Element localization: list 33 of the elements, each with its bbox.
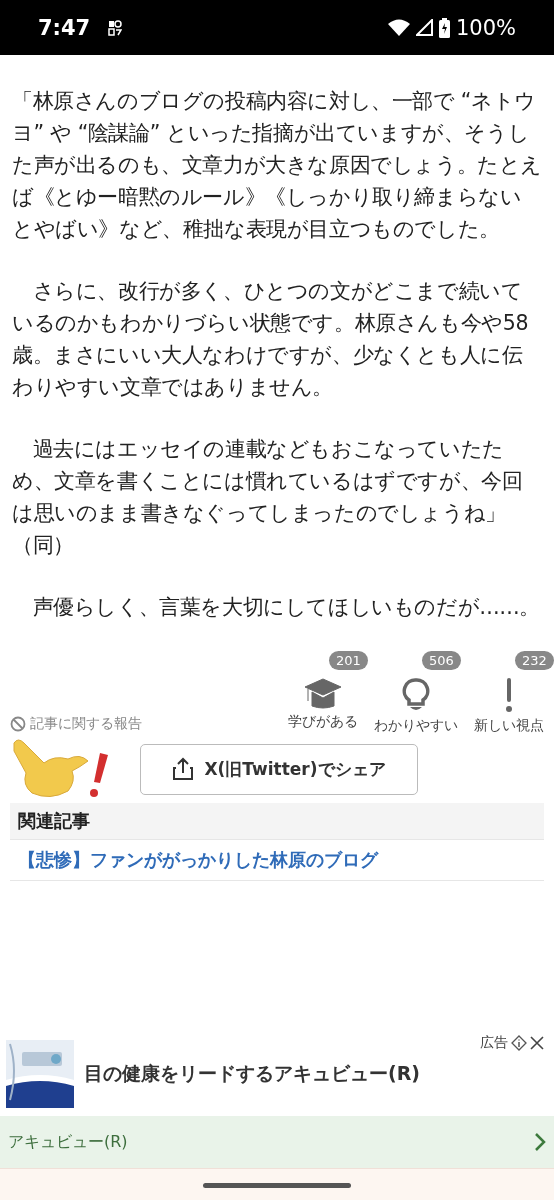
battery-level: 100%: [455, 15, 516, 40]
chevron-right-icon: [534, 1132, 546, 1152]
report-link[interactable]: 記事に関する報告: [30, 715, 142, 733]
article-link[interactable]: 【悲惨】ファンががっかりした林原のブログ: [10, 840, 544, 881]
info-icon[interactable]: [511, 1035, 527, 1051]
graduation-cap-icon: [304, 677, 342, 709]
ad-title[interactable]: 目の健康をリードするアキュビュー(R): [84, 1061, 420, 1087]
clock: 7:47: [38, 15, 91, 40]
reaction-label[interactable]: わかりやすい: [374, 717, 458, 735]
section-heading: 関連記事: [10, 803, 544, 840]
article-paragraph: 声優らしく、言葉を大切にしてほしいものだが……。: [31, 594, 541, 621]
home-handle[interactable]: [203, 1182, 351, 1188]
article-paragraph: 過去にはエッセイの連載などもおこなっていたため、文章を書くことには慣れているはずですが、今回は思いのまま書きなぐってしまったのでしょうね」（同）: [12, 436, 524, 559]
advertiser-name: アキュビュー(R): [8, 1131, 128, 1153]
ad-banner[interactable]: アキュビュー(R): [0, 1116, 554, 1168]
count-badge: 506: [422, 651, 461, 670]
wifi-icon: [387, 19, 410, 36]
prohibited-icon: [10, 716, 26, 732]
count-badge: 201: [329, 651, 368, 670]
light-bulb-icon: [402, 677, 430, 713]
share-button[interactable]: X(旧Twitter)でシェア: [140, 743, 418, 795]
exclamation-icon: [504, 677, 514, 713]
share-icon: [172, 757, 195, 781]
signal-icon: [415, 19, 433, 36]
count-badge: 232: [515, 651, 554, 670]
battery-icon: [438, 17, 450, 38]
reaction-label[interactable]: 学びがある: [288, 713, 358, 731]
article-paragraph: 「林原さんのブログの投稿内容に対し、一部で “ネトウヨ” や “陰謀論” といった指摘が出ていますが、そうした声が出るのも、文章力が大きな原因でしょう。たとえば《とゆー暗黙のルール》《しっかり取り締まらないとやばい》など、稚拙な表現が目立つものでした。: [12, 88, 542, 243]
ad-label: 広告: [480, 1034, 508, 1052]
app-notification-icon: [108, 19, 123, 36]
close-icon[interactable]: [530, 1036, 544, 1050]
reaction-label[interactable]: 新しい視点: [474, 717, 544, 735]
article-paragraph: さらに、改行が多く、ひとつの文がどこまで続いているのかもわかりづらい状態です。林原さんも今や58歳。まさにいい大人なわけですが、少なくとも人に伝わりやすい文章ではありません。: [12, 278, 530, 401]
